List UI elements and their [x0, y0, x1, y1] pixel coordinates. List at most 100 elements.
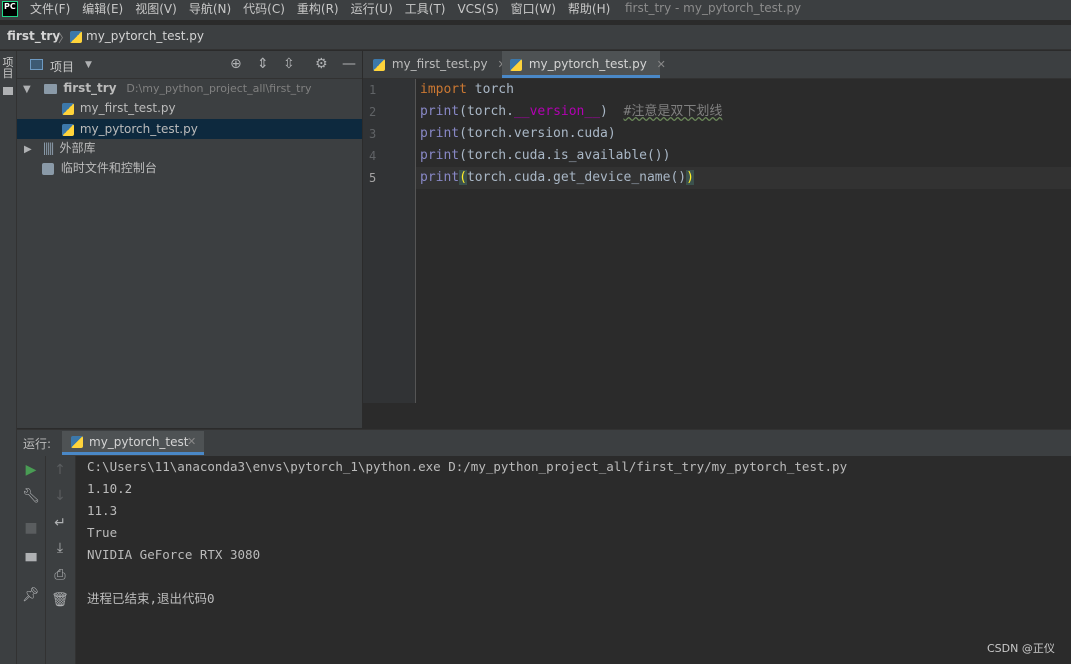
expand-all-icon[interactable]: ⇕ — [257, 57, 269, 71]
scroll-to-end-icon[interactable]: ⤓ — [50, 541, 70, 555]
line-number: 4 — [369, 149, 377, 163]
print-icon[interactable]: ⎙ — [50, 568, 70, 582]
tree-item-external-libraries[interactable]: ▶ |||‖ 外部库 — [17, 138, 362, 158]
project-root-path: D:\my_python_project_all\first_try — [126, 82, 312, 95]
rerun-icon[interactable]: ▶ — [21, 463, 41, 477]
line-number: 2 — [369, 105, 377, 119]
close-icon[interactable]: ✕ — [187, 435, 196, 448]
console-exit-line: 进程已结束,退出代码0 — [87, 591, 215, 606]
project-tool-window-button[interactable]: 项目 — [1, 57, 15, 79]
tree-item-scratches[interactable]: 临时文件和控制台 — [17, 158, 362, 178]
tree-item-project-root[interactable]: ▼ first_try D:\my_python_project_all\fir… — [17, 78, 362, 98]
console-line: 1.10.2 — [87, 481, 133, 496]
folder-icon — [43, 83, 57, 94]
console-line: True — [87, 525, 118, 540]
tree-item-file-selected[interactable]: my_pytorch_test.py — [17, 119, 362, 139]
hide-panel-icon[interactable]: — — [342, 57, 356, 71]
menu-list: 文件(F) 编辑(E) 视图(V) 导航(N) 代码(C) 重构(R) 运行(U… — [30, 0, 622, 20]
tree-file-label: my_first_test.py — [79, 101, 176, 115]
menu-help[interactable]: 帮助(H) — [568, 0, 610, 20]
run-tab-label: my_pytorch_test — [89, 435, 189, 449]
code-text: (torch.version.cuda) — [459, 126, 616, 141]
code-magic-attr: __version__ — [513, 104, 601, 119]
line-number-current: 5 — [369, 171, 377, 185]
menu-run[interactable]: 运行(U) — [351, 0, 393, 20]
editor-empty-area — [363, 404, 1071, 428]
run-panel-label: 运行: — [23, 437, 52, 451]
project-root-name: first_try — [63, 81, 117, 95]
chevron-down-icon[interactable]: ▼ — [23, 84, 31, 95]
breadcrumb-project[interactable]: first_try — [7, 29, 60, 43]
tree-item-label: 外部库 — [59, 141, 96, 155]
menu-file[interactable]: 文件(F) — [30, 0, 70, 20]
code-builtin: print — [420, 104, 460, 119]
python-file-icon — [70, 31, 82, 43]
soft-wrap-icon[interactable]: ↵ — [50, 516, 70, 530]
console-line: 11.3 — [87, 503, 118, 518]
console-line: C:\Users\11\anaconda3\envs\pytorch_1\pyt… — [87, 459, 848, 474]
python-file-icon — [373, 58, 385, 71]
up-arrow-icon[interactable]: ↑ — [50, 463, 70, 477]
project-view-selector[interactable]: 项目 — [50, 58, 74, 75]
menu-code[interactable]: 代码(C) — [243, 0, 285, 20]
code-line-3[interactable]: print(torch.version.cuda) — [420, 123, 616, 145]
code-line-5[interactable]: print(torch.cuda.get_device_name()) — [420, 167, 694, 189]
code-comment: #注意是双下划线 — [623, 104, 723, 119]
chevron-down-icon[interactable]: ▼ — [85, 58, 92, 72]
tab-label: my_first_test.py — [391, 57, 488, 71]
tab-my-pytorch-test[interactable]: my_pytorch_test.py ✕ — [502, 51, 666, 78]
close-icon[interactable]: ✕ — [657, 58, 666, 71]
menu-navigate[interactable]: 导航(N) — [189, 0, 231, 20]
pin-icon[interactable]: 📌︎ — [21, 588, 41, 602]
code-builtin: print — [420, 126, 460, 141]
code-text: ) — [600, 104, 624, 119]
tab-label: my_pytorch_test.py — [528, 57, 647, 71]
breadcrumb-file[interactable]: my_pytorch_test.py — [86, 29, 204, 43]
code-builtin: print — [420, 170, 460, 185]
code-brace: ) — [686, 170, 694, 185]
menu-edit[interactable]: 编辑(E) — [82, 0, 123, 20]
python-file-icon — [510, 58, 522, 71]
collapse-all-icon[interactable]: ⇳ — [283, 57, 295, 71]
line-number: 3 — [369, 127, 377, 141]
library-icon: |||‖ — [42, 141, 55, 155]
menu-vcs[interactable]: VCS(S) — [457, 0, 498, 20]
menu-view[interactable]: 视图(V) — [135, 0, 177, 20]
project-view-icon — [30, 59, 43, 70]
pycharm-logo-icon: PC — [2, 1, 18, 17]
console-line: NVIDIA GeForce RTX 3080 — [87, 547, 261, 562]
code-line-1[interactable]: import torch — [420, 79, 514, 101]
menu-window[interactable]: 窗口(W) — [511, 0, 556, 20]
code-line-4[interactable]: print(torch.cuda.is_available()) — [420, 145, 670, 167]
scratches-icon — [42, 162, 54, 175]
stop-icon[interactable]: ■ — [21, 521, 41, 535]
layout-icon[interactable]: ▀ — [21, 555, 41, 569]
locate-file-icon[interactable]: ⊕ — [230, 57, 242, 71]
python-run-icon — [71, 436, 83, 448]
breadcrumb-separator: 〉 — [58, 31, 71, 45]
menu-tools[interactable]: 工具(T) — [405, 0, 446, 20]
left-tool-strip — [0, 51, 17, 664]
code-text: torch.cuda.get_device_name() — [466, 170, 687, 185]
python-file-icon — [62, 123, 74, 136]
tree-file-label: my_pytorch_test.py — [79, 122, 198, 136]
code-text: (torch. — [459, 104, 514, 119]
chevron-right-icon[interactable]: ▶ — [24, 144, 32, 155]
line-number: 1 — [369, 83, 377, 97]
tree-item-label: 临时文件和控制台 — [60, 161, 157, 175]
code-text: (torch.cuda.is_available()) — [459, 148, 671, 163]
trash-icon[interactable]: 🗑︎ — [50, 593, 70, 607]
tree-item-file[interactable]: my_first_test.py — [17, 98, 362, 118]
code-text: torch — [466, 82, 514, 97]
code-line-2[interactable]: print(torch.__version__) #注意是双下划线 — [420, 101, 722, 123]
code-brace: ( — [459, 170, 467, 185]
menu-refactor[interactable]: 重构(R) — [297, 0, 339, 20]
python-file-icon — [62, 102, 74, 115]
watermark: CSDN @正仪 — [987, 642, 1055, 655]
down-arrow-icon[interactable]: ↓ — [50, 489, 70, 503]
window-title: first_try - my_pytorch_test.py — [625, 1, 802, 15]
tab-my-first-test[interactable]: my_first_test.py ✕ — [367, 51, 507, 78]
code-keyword: import — [420, 82, 467, 97]
wrench-icon[interactable]: 🔧︎ — [21, 489, 41, 503]
gear-icon[interactable]: ⚙ — [315, 57, 328, 71]
